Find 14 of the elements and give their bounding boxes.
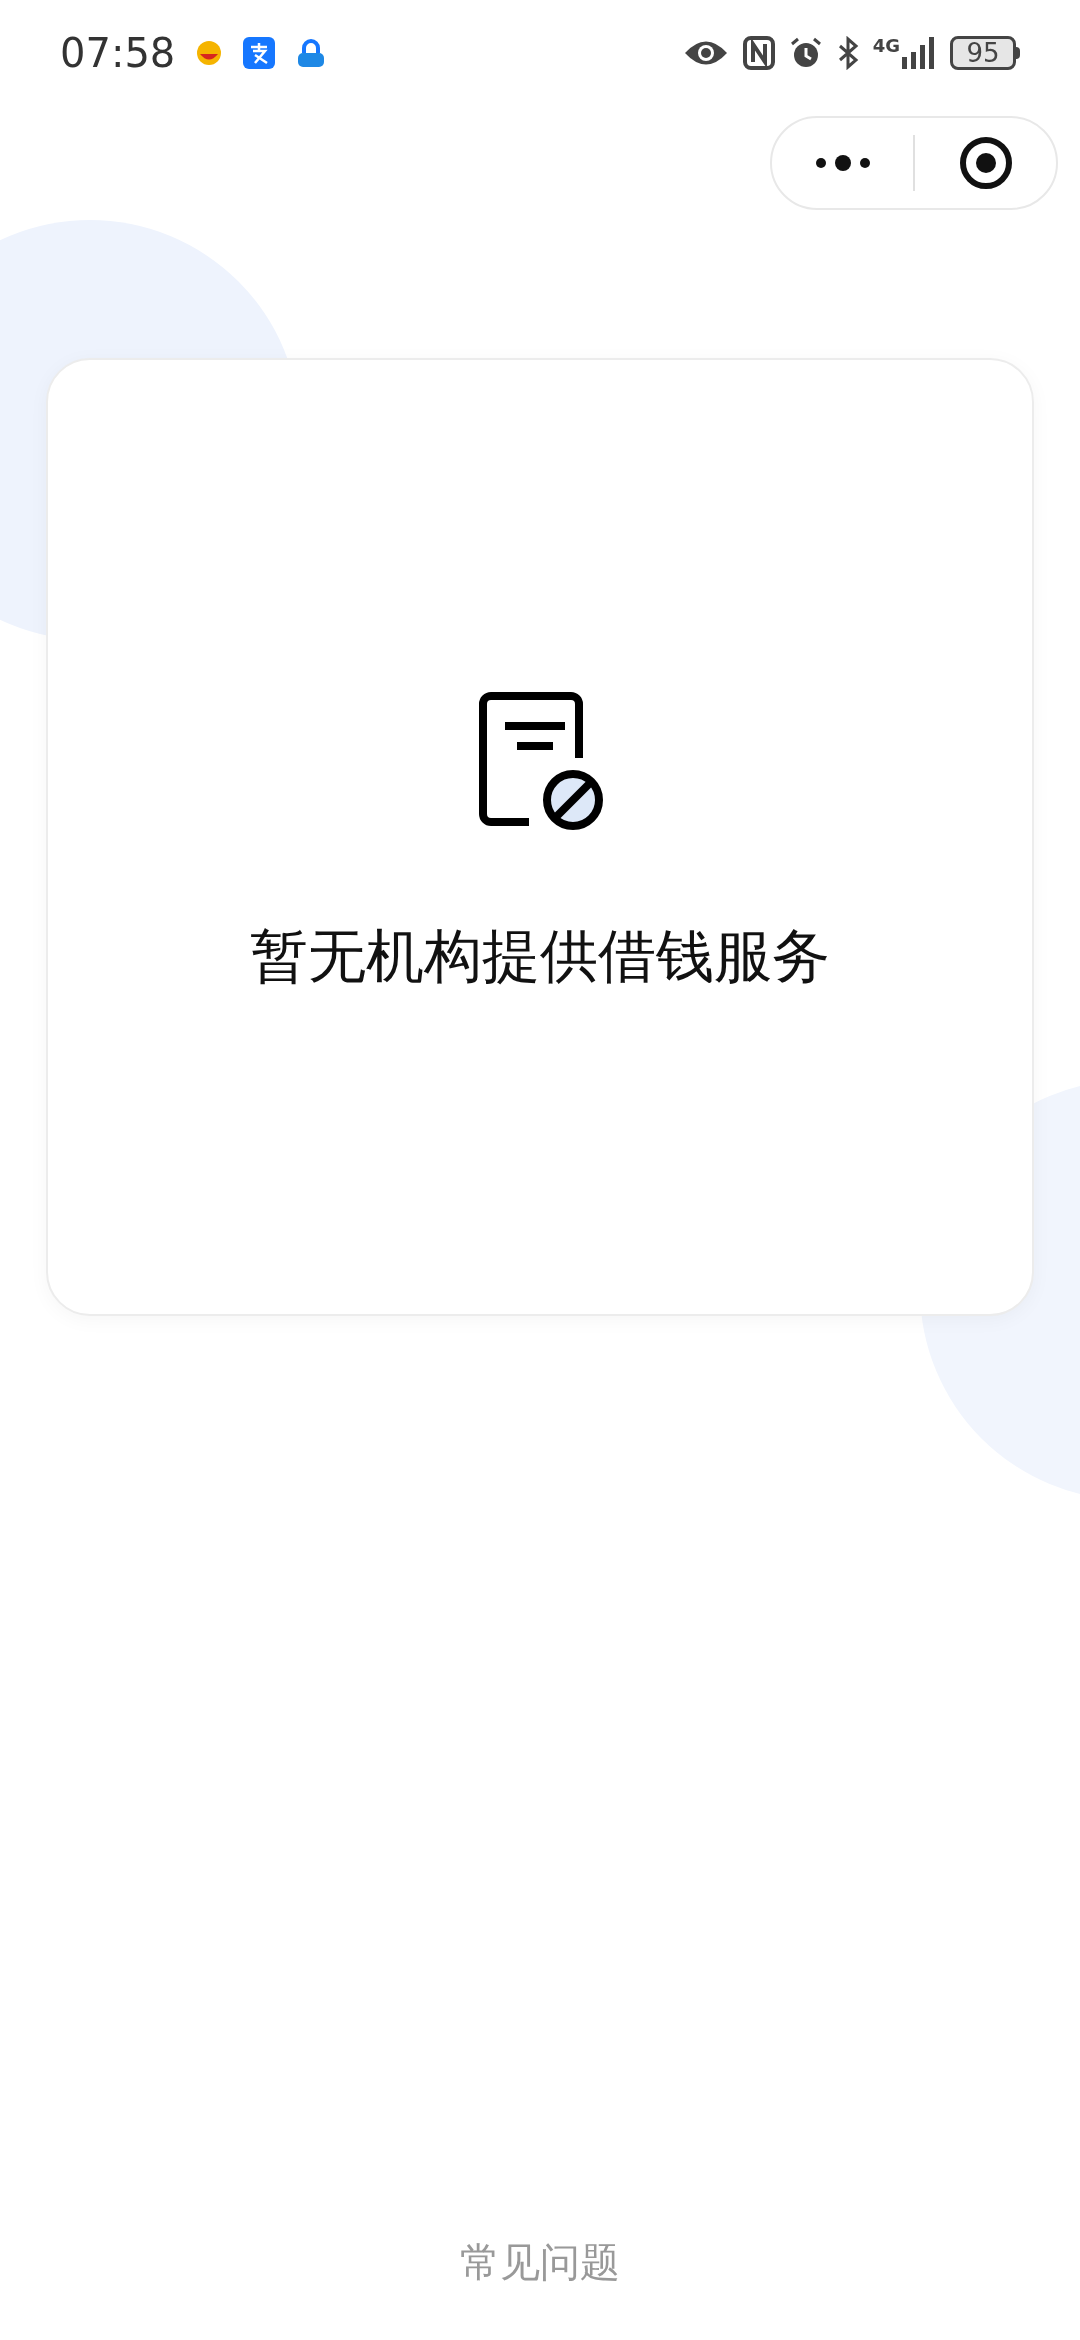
empty-message: 暂无机构提供借钱服务 — [250, 921, 830, 992]
alarm-icon — [788, 36, 823, 70]
target-icon — [958, 136, 1013, 190]
bluetooth-icon — [836, 36, 859, 70]
document-blocked-icon — [477, 690, 603, 830]
nfc-icon — [742, 36, 775, 70]
more-icon — [814, 155, 871, 171]
app-badge-icon — [195, 39, 224, 67]
payment-app-icon — [243, 37, 276, 69]
network-type: 4G — [872, 37, 900, 55]
battery-level: 95 — [950, 36, 1016, 70]
status-time: 07:58 — [60, 29, 176, 78]
faq-link[interactable]: 常见问题 — [460, 2232, 620, 2292]
signal-icon — [902, 37, 936, 69]
